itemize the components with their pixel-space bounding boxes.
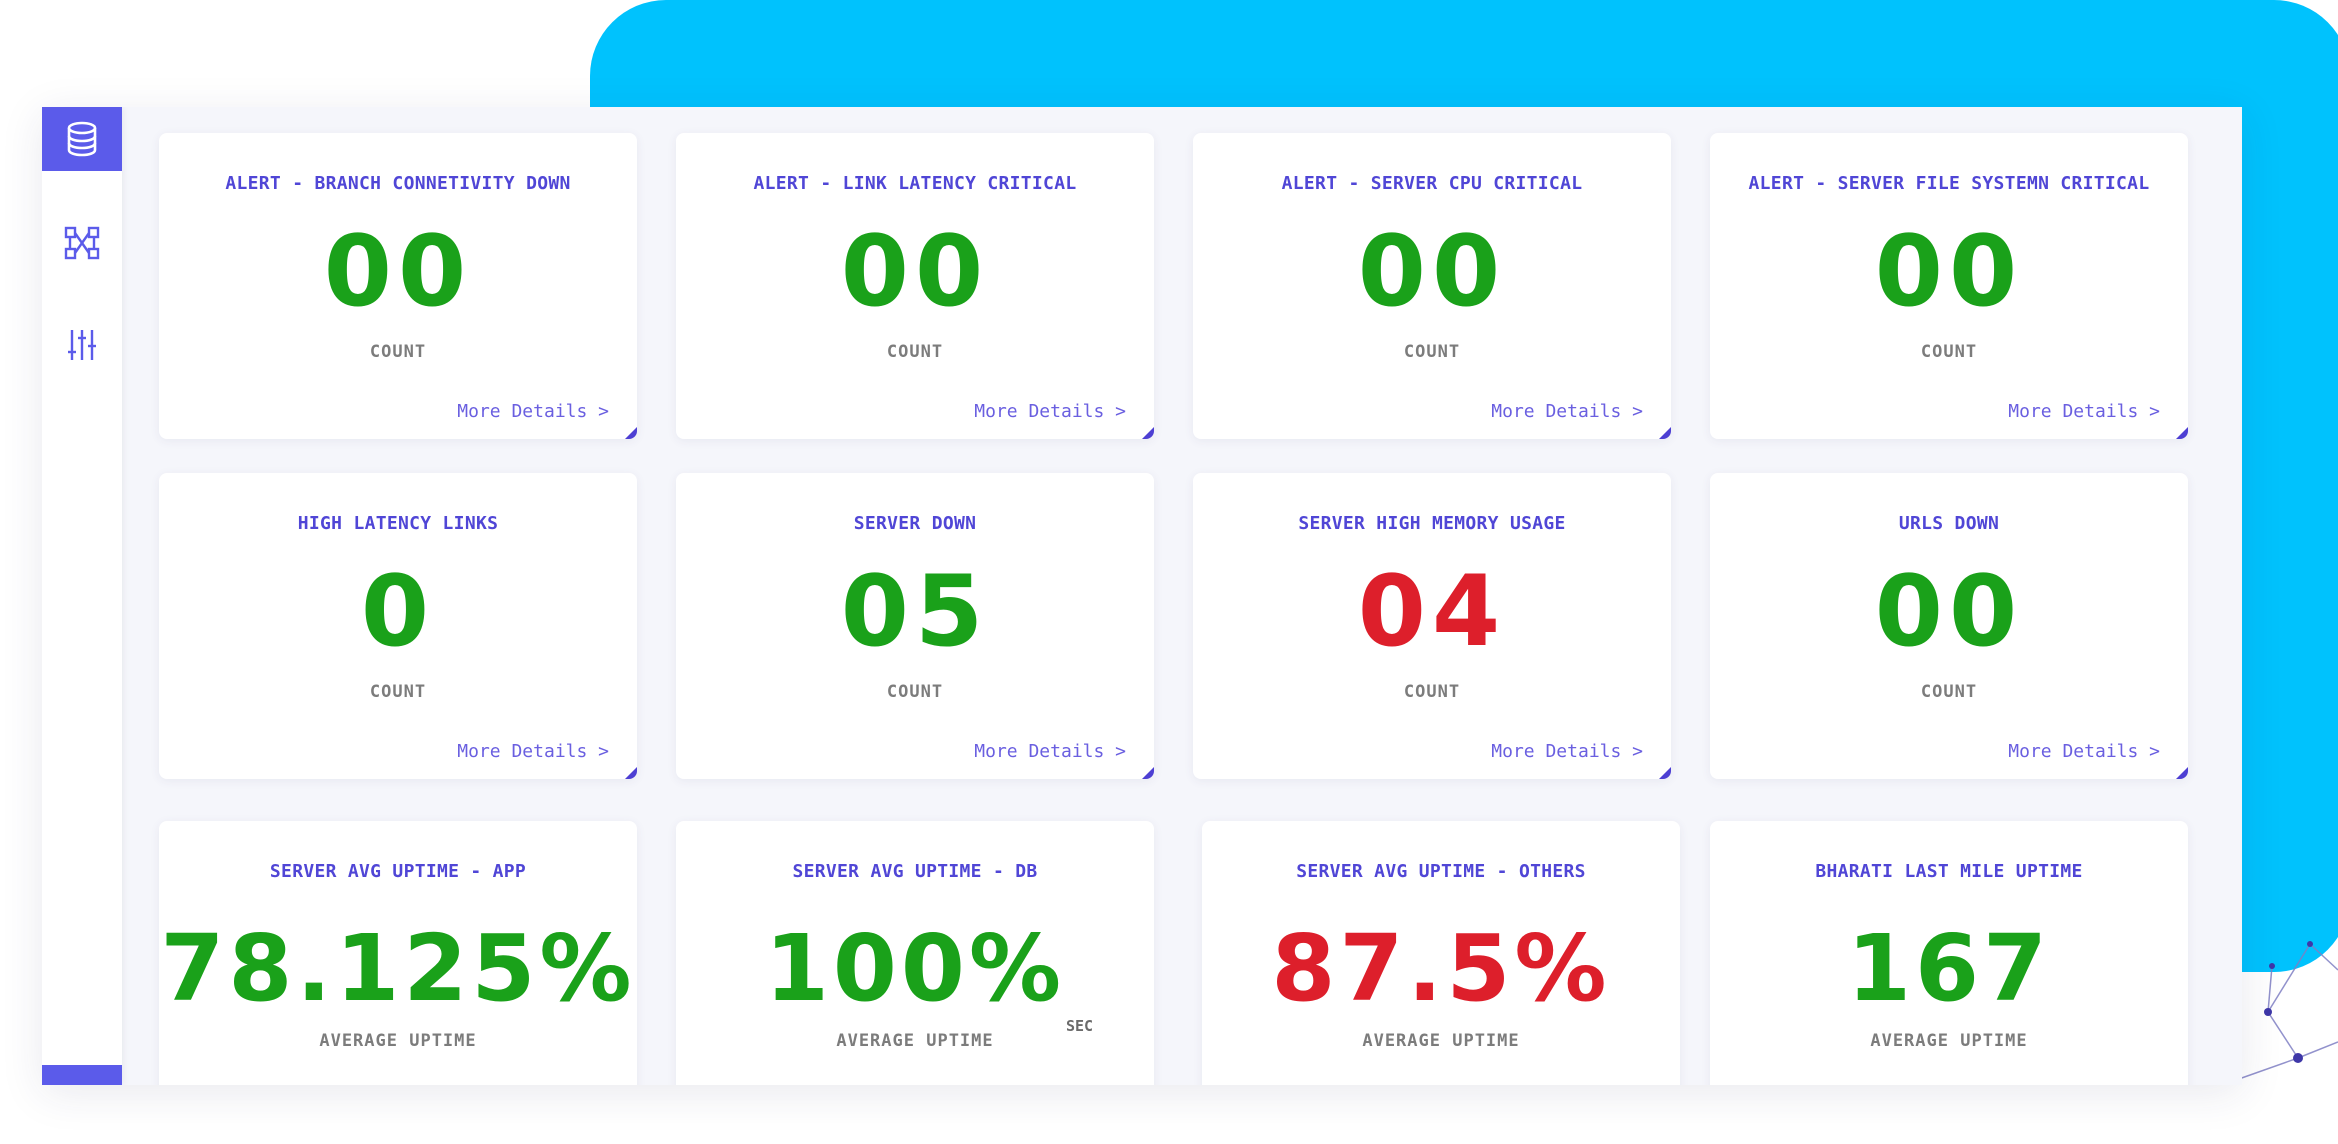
card-title: SERVER HIGH MEMORY USAGE (1298, 513, 1566, 534)
network-topology-icon (64, 226, 100, 260)
dashboard-window: ALERT - BRANCH CONNETIVITY DOWN 00 COUNT… (42, 107, 2242, 1085)
uptime-value: 100% (764, 915, 1066, 1022)
alert-card: ALERT - BRANCH CONNETIVITY DOWN 00 COUNT… (159, 133, 637, 439)
uptime-label: AVERAGE UPTIME (319, 1031, 477, 1051)
metric-card: HIGH LATENCY LINKS 0 COUNT More Details … (159, 473, 637, 779)
more-details-link[interactable]: More Details > (974, 741, 1126, 762)
card-count-value: 04 (1357, 555, 1507, 669)
card-count-value: 00 (1874, 555, 2024, 669)
alert-card: ALERT - SERVER FILE SYSTEMN CRITICAL 00 … (1710, 133, 2188, 439)
card-title: ALERT - SERVER CPU CRITICAL (1281, 173, 1583, 194)
card-title: HIGH LATENCY LINKS (297, 513, 499, 534)
card-title: ALERT - BRANCH CONNETIVITY DOWN (225, 173, 571, 194)
more-details-link[interactable]: More Details > (1491, 401, 1643, 422)
card-count-value: 00 (1357, 215, 1507, 329)
uptime-value: 87.5% (1271, 915, 1611, 1022)
card-count-value: 00 (323, 215, 473, 329)
uptime-card: SERVER AVG UPTIME - APP 78.125% AVERAGE … (159, 821, 637, 1085)
card-count-value: 00 (1874, 215, 2024, 329)
metric-card: SERVER DOWN 05 COUNT More Details > (676, 473, 1154, 779)
corner-marker (1659, 427, 1671, 439)
sidebar-bottom-item[interactable] (42, 1065, 122, 1085)
card-title: SERVER AVG UPTIME - DB (792, 861, 1038, 882)
more-details-link[interactable]: More Details > (457, 741, 609, 762)
metric-card: SERVER HIGH MEMORY USAGE 04 COUNT More D… (1193, 473, 1671, 779)
sidebar-item-settings[interactable] (42, 313, 122, 377)
corner-marker (1659, 767, 1671, 779)
card-count-label: COUNT (1403, 342, 1461, 362)
sidebar-item-network[interactable] (42, 211, 122, 275)
uptime-value: 167 (1846, 915, 2052, 1022)
card-title: ALERT - SERVER FILE SYSTEMN CRITICAL (1748, 173, 2150, 194)
uptime-card: SERVER AVG UPTIME - OTHERS 87.5% AVERAGE… (1202, 821, 1680, 1085)
card-title: SERVER AVG UPTIME - OTHERS (1296, 861, 1586, 882)
card-title: ALERT - LINK LATENCY CRITICAL (753, 173, 1077, 194)
card-count-value: 05 (840, 555, 990, 669)
alert-card: ALERT - LINK LATENCY CRITICAL 00 COUNT M… (676, 133, 1154, 439)
uptime-label: AVERAGE UPTIME (1870, 1031, 2028, 1051)
corner-marker (2176, 427, 2188, 439)
card-title: SERVER AVG UPTIME - APP (269, 861, 527, 882)
more-details-link[interactable]: More Details > (457, 401, 609, 422)
corner-marker (625, 767, 637, 779)
more-details-link[interactable]: More Details > (2008, 401, 2160, 422)
database-icon (67, 121, 97, 157)
more-details-link[interactable]: More Details > (1491, 741, 1643, 762)
card-count-label: COUNT (369, 682, 427, 702)
uptime-card: BHARATI LAST MILE UPTIME 167 AVERAGE UPT… (1710, 821, 2188, 1085)
uptime-value: 78.125% (160, 915, 636, 1022)
uptime-label: AVERAGE UPTIME (1362, 1031, 1520, 1051)
card-title: BHARATI LAST MILE UPTIME (1815, 861, 2083, 882)
metric-card: URLS DOWN 00 COUNT More Details > (1710, 473, 2188, 779)
card-count-label: COUNT (1920, 342, 1978, 362)
card-count-value: 0 (360, 555, 436, 669)
more-details-link[interactable]: More Details > (974, 401, 1126, 422)
card-count-label: COUNT (886, 682, 944, 702)
sidebar-item-database[interactable] (42, 107, 122, 171)
card-title: URLS DOWN (1898, 513, 2000, 534)
more-details-link[interactable]: More Details > (2008, 741, 2160, 762)
corner-marker (2176, 767, 2188, 779)
card-count-label: COUNT (886, 342, 944, 362)
alert-card: ALERT - SERVER CPU CRITICAL 00 COUNT Mor… (1193, 133, 1671, 439)
card-title: SERVER DOWN (853, 513, 977, 534)
corner-marker (625, 427, 637, 439)
card-count-label: COUNT (1920, 682, 1978, 702)
card-count-label: COUNT (369, 342, 427, 362)
card-count-label: COUNT (1403, 682, 1461, 702)
card-count-value: 00 (840, 215, 990, 329)
corner-marker (1142, 767, 1154, 779)
sliders-icon (68, 330, 96, 360)
corner-marker (1142, 427, 1154, 439)
sidebar (42, 107, 122, 1085)
uptime-card: SERVER AVG UPTIME - DB 100% AVERAGE UPTI… (676, 821, 1154, 1085)
unit-label: SEC (1066, 1017, 1094, 1035)
